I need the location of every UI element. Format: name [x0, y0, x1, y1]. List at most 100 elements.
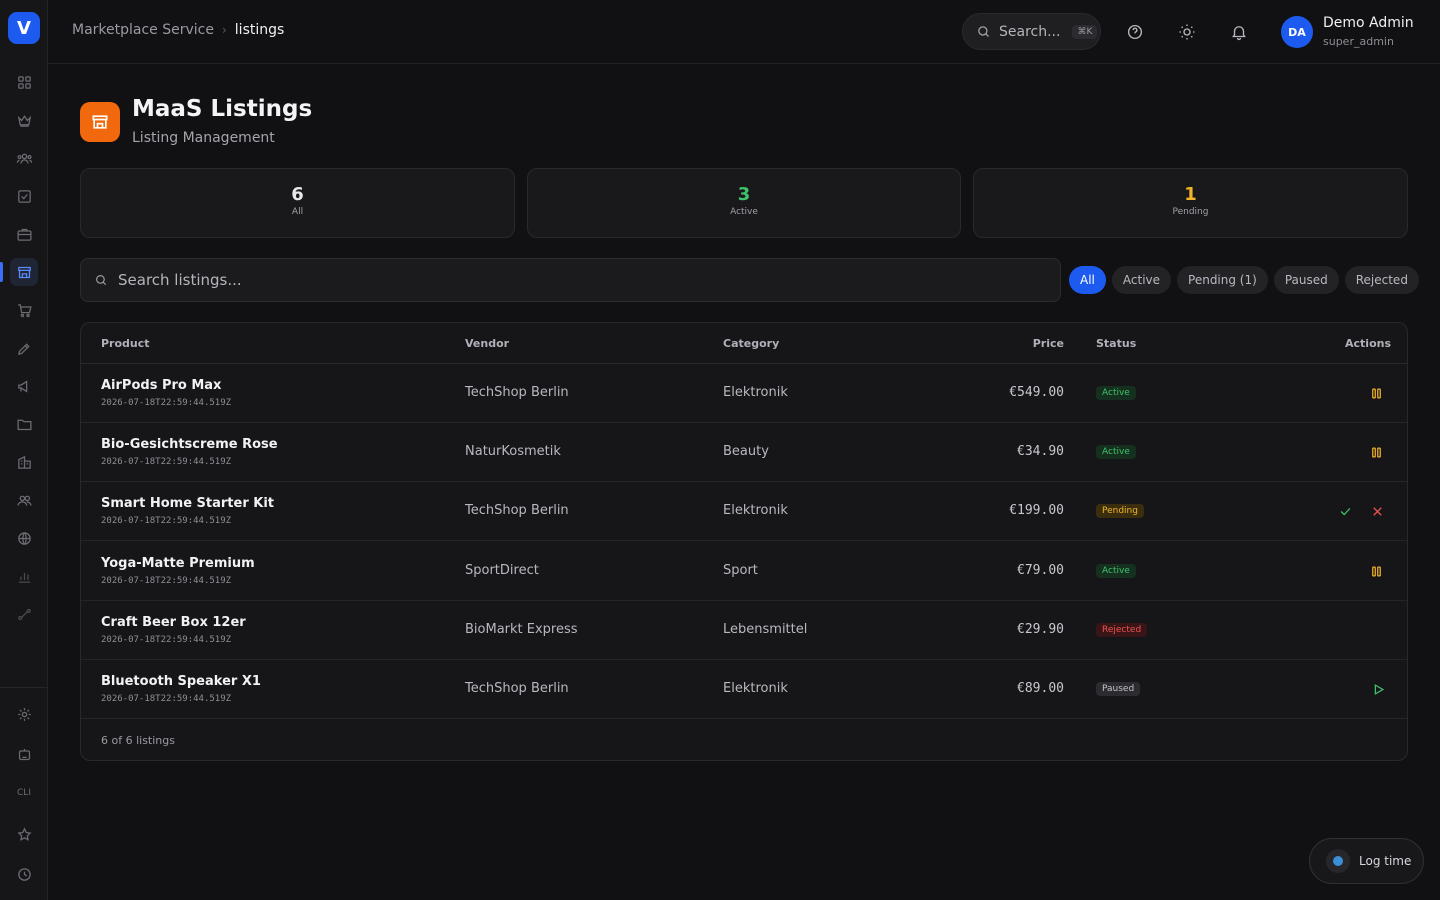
page-title: MaaS Listings: [132, 96, 313, 122]
filter-chip-paused[interactable]: Paused: [1273, 266, 1339, 294]
table-row[interactable]: AirPods Pro Max 2026-07-18T22:59:44.519Z…: [81, 364, 1407, 423]
crown-icon[interactable]: [10, 106, 38, 134]
listings-table: Product Vendor Category Price Status Act…: [80, 322, 1408, 761]
column-header-product: Product: [101, 337, 150, 350]
cli-icon[interactable]: CLI: [0, 788, 48, 798]
column-header-category: Category: [723, 337, 780, 350]
breadcrumb: Marketplace Service › listings: [72, 22, 284, 38]
bar-chart-icon[interactable]: [10, 562, 38, 590]
cart-icon[interactable]: [10, 296, 38, 324]
stat-label: All: [291, 207, 304, 217]
bot-icon[interactable]: [10, 740, 38, 768]
store-icon[interactable]: [10, 258, 38, 286]
pause-icon[interactable]: [1368, 444, 1384, 460]
sidebar-divider: [0, 687, 48, 688]
briefcase-icon[interactable]: [10, 220, 38, 248]
product-name: Smart Home Starter Kit: [101, 496, 275, 511]
price-cell: €89.00: [1017, 681, 1064, 696]
table-row[interactable]: Bluetooth Speaker X1 2026-07-18T22:59:44…: [81, 660, 1407, 719]
help-icon[interactable]: [1123, 20, 1147, 44]
settings-icon[interactable]: [10, 700, 38, 728]
star-icon[interactable]: [10, 820, 38, 848]
pause-icon[interactable]: [1368, 563, 1384, 579]
status-badge: Paused: [1096, 682, 1141, 696]
timer-icon: [1326, 849, 1350, 873]
pen-nib-icon[interactable]: [10, 334, 38, 362]
category-cell: Elektronik: [723, 503, 788, 518]
breadcrumb-current: listings: [234, 22, 285, 38]
category-cell: Sport: [723, 563, 758, 578]
table-row[interactable]: Bio-Gesichtscreme Rose 2026-07-18T22:59:…: [81, 423, 1407, 482]
users-group-icon[interactable]: [10, 144, 38, 172]
search-input[interactable]: [118, 271, 1018, 289]
clock-icon[interactable]: [10, 860, 38, 888]
status-badge: Rejected: [1096, 623, 1148, 637]
check-icon[interactable]: [1337, 503, 1353, 519]
app-logo[interactable]: V: [8, 12, 40, 44]
user-name[interactable]: Demo Admin: [1323, 15, 1414, 31]
pause-icon[interactable]: [1368, 385, 1384, 401]
megaphone-icon[interactable]: [10, 372, 38, 400]
product-name: AirPods Pro Max: [101, 378, 222, 393]
close-icon[interactable]: [1369, 503, 1385, 519]
sun-icon[interactable]: [1175, 20, 1199, 44]
table-header: Product Vendor Category Price Status Act…: [81, 323, 1407, 364]
filter-chip-active[interactable]: Active: [1111, 266, 1172, 294]
page-subtitle: Listing Management: [132, 130, 275, 146]
global-search-placeholder: Search...: [999, 23, 1061, 40]
vendor-cell: NaturKosmetik: [465, 444, 561, 459]
avatar[interactable]: DA: [1281, 16, 1313, 48]
bell-icon[interactable]: [1227, 20, 1251, 44]
search-shortcut-badge: ⌘K: [1072, 24, 1098, 39]
product-date: 2026-07-18T22:59:44.519Z: [101, 516, 232, 526]
price-cell: €549.00: [1009, 385, 1064, 400]
building-icon[interactable]: [10, 448, 38, 476]
price-cell: €34.90: [1017, 444, 1064, 459]
store-icon: [80, 102, 120, 142]
global-search-button[interactable]: Search... ⌘K: [962, 13, 1101, 50]
stat-label: Pending: [1172, 207, 1209, 217]
user-role: super_admin: [1323, 35, 1394, 48]
column-header-actions: Actions: [1345, 337, 1391, 350]
stat-value: 3: [737, 184, 751, 205]
listing-search-box: [80, 258, 1061, 302]
table-row[interactable]: Craft Beer Box 12er 2026-07-18T22:59:44.…: [81, 601, 1407, 660]
stat-card-all[interactable]: 6 All: [80, 168, 515, 238]
table-row[interactable]: Smart Home Starter Kit 2026-07-18T22:59:…: [81, 482, 1407, 541]
product-date: 2026-07-18T22:59:44.519Z: [101, 694, 232, 704]
topbar: Marketplace Service › listings Search...…: [48, 0, 1440, 64]
stat-card-pending[interactable]: 1 Pending: [973, 168, 1408, 238]
filter-chip-rejected[interactable]: Rejected: [1344, 266, 1419, 294]
chevron-right-icon: ›: [221, 23, 227, 37]
product-date: 2026-07-18T22:59:44.519Z: [101, 576, 232, 586]
breadcrumb-parent[interactable]: Marketplace Service: [72, 22, 214, 38]
column-header-vendor: Vendor: [465, 337, 510, 350]
filter-chip-pending[interactable]: Pending (1): [1177, 266, 1268, 294]
nav-active-indicator: [0, 262, 3, 282]
product-date: 2026-07-18T22:59:44.519Z: [101, 635, 232, 645]
category-cell: Beauty: [723, 444, 769, 459]
people-icon[interactable]: [10, 486, 38, 514]
vendor-cell: BioMarkt Express: [465, 622, 578, 637]
vendor-cell: TechShop Berlin: [465, 385, 569, 400]
filter-chip-all[interactable]: All: [1069, 266, 1106, 294]
status-badge: Active: [1096, 564, 1136, 578]
checkbox-icon[interactable]: [10, 182, 38, 210]
price-cell: €79.00: [1017, 563, 1064, 578]
search-icon: [96, 275, 107, 286]
stat-card-active[interactable]: 3 Active: [527, 168, 961, 238]
folder-icon[interactable]: [10, 410, 38, 438]
log-time-button[interactable]: Log time: [1309, 838, 1424, 884]
stat-value: 6: [291, 184, 304, 205]
search-icon: [978, 26, 989, 37]
dashboard-icon[interactable]: [10, 68, 38, 96]
sidebar: V CLI: [0, 0, 48, 900]
globe-icon[interactable]: [10, 524, 38, 552]
product-date: 2026-07-18T22:59:44.519Z: [101, 398, 232, 408]
route-icon[interactable]: [10, 600, 38, 628]
play-icon[interactable]: [1370, 681, 1386, 697]
price-cell: €29.90: [1017, 622, 1064, 637]
category-cell: Lebensmittel: [723, 622, 808, 637]
product-name: Bio-Gesichtscreme Rose: [101, 437, 278, 452]
table-row[interactable]: Yoga-Matte Premium 2026-07-18T22:59:44.5…: [81, 542, 1407, 601]
